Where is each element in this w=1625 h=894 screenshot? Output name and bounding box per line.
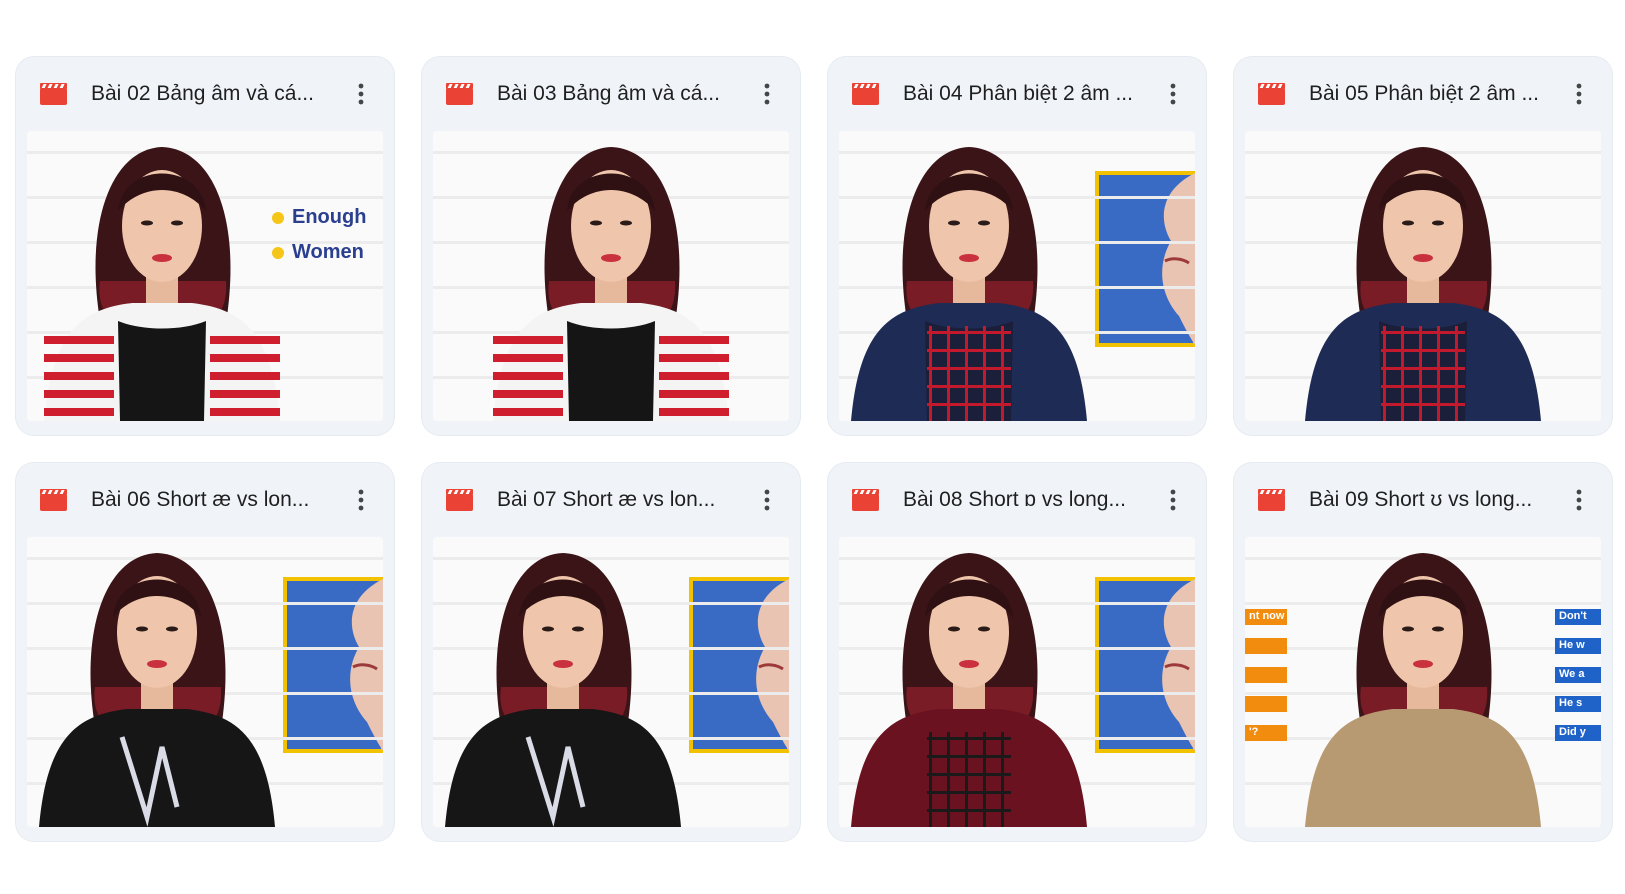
- sentence-chip: '?: [1245, 725, 1287, 741]
- sentence-chip: Did y: [1555, 725, 1601, 741]
- video-file-icon: [852, 489, 879, 511]
- sentence-chip: [1245, 667, 1287, 683]
- file-card-header: Bài 05 Phân biệt 2 âm ...: [1234, 57, 1612, 131]
- file-card-header: Bài 03 Bảng âm và cá...: [422, 57, 800, 131]
- file-card-header: Bài 04 Phân biệt 2 âm ...: [828, 57, 1206, 131]
- presenter-image: [839, 131, 1195, 421]
- file-card[interactable]: Bài 08 Short ɒ vs long...: [828, 463, 1206, 841]
- presenter-image: [839, 537, 1195, 827]
- file-card-header: Bài 08 Short ɒ vs long...: [828, 463, 1206, 537]
- file-title[interactable]: Bài 08 Short ɒ vs long...: [903, 488, 1148, 512]
- video-file-icon: [446, 83, 473, 105]
- file-card[interactable]: Bài 09 Short ʊ vs long... nt now '? Don't He…: [1234, 463, 1612, 841]
- file-title[interactable]: Bài 04 Phân biệt 2 âm ...: [903, 82, 1148, 106]
- file-title[interactable]: Bài 06 Short æ vs lon...: [91, 488, 336, 512]
- video-file-icon: [1258, 83, 1285, 105]
- bullet-icon: [272, 211, 284, 224]
- presenter-image: [27, 537, 383, 827]
- more-options-icon[interactable]: [1158, 483, 1188, 517]
- file-card-header: Bài 07 Short æ vs lon...: [422, 463, 800, 537]
- presenter-image: [433, 537, 789, 827]
- bullet-icon: [272, 246, 284, 259]
- file-card[interactable]: Bài 02 Bảng âm và cá... Enough Women: [16, 57, 394, 435]
- sentence-chip: [1245, 696, 1287, 712]
- more-options-icon[interactable]: [752, 483, 782, 517]
- file-title[interactable]: Bài 07 Short æ vs lon...: [497, 488, 742, 512]
- sentence-chip: [1245, 638, 1287, 654]
- presenter-image: [1245, 537, 1601, 827]
- video-file-icon: [446, 489, 473, 511]
- file-card-header: Bài 06 Short æ vs lon...: [16, 463, 394, 537]
- file-title[interactable]: Bài 05 Phân biệt 2 âm ...: [1309, 82, 1554, 106]
- file-title[interactable]: Bài 03 Bảng âm và cá...: [497, 82, 742, 106]
- sentence-chip: We a: [1555, 667, 1601, 683]
- file-card-header: Bài 02 Bảng âm và cá...: [16, 57, 394, 131]
- video-thumbnail[interactable]: [839, 131, 1195, 421]
- more-options-icon[interactable]: [1564, 77, 1594, 111]
- sentence-chip: Don't: [1555, 609, 1601, 625]
- file-card[interactable]: Bài 04 Phân biệt 2 âm ...: [828, 57, 1206, 435]
- file-title[interactable]: Bài 09 Short ʊ vs long...: [1309, 488, 1554, 512]
- sentence-chip: He w: [1555, 638, 1601, 654]
- file-card[interactable]: Bài 03 Bảng âm và cá...: [422, 57, 800, 435]
- more-options-icon[interactable]: [346, 77, 376, 111]
- video-thumbnail[interactable]: [1245, 131, 1601, 421]
- video-thumbnail[interactable]: [27, 537, 383, 827]
- file-card[interactable]: Bài 07 Short æ vs lon...: [422, 463, 800, 841]
- file-card-header: Bài 09 Short ʊ vs long...: [1234, 463, 1612, 537]
- video-file-icon: [1258, 489, 1285, 511]
- file-grid: Bài 02 Bảng âm và cá... Enough Women Bài 03…: [16, 57, 1612, 841]
- more-options-icon[interactable]: [1158, 77, 1188, 111]
- presenter-image: [433, 131, 789, 421]
- file-card[interactable]: Bài 06 Short æ vs lon...: [16, 463, 394, 841]
- file-title[interactable]: Bài 02 Bảng âm và cá...: [91, 82, 336, 106]
- video-thumbnail[interactable]: Enough Women: [27, 131, 383, 421]
- video-thumbnail[interactable]: nt now '? Don't He w We a He s Did y: [1245, 537, 1601, 827]
- video-thumbnail[interactable]: [433, 131, 789, 421]
- word-text: Enough: [292, 206, 367, 228]
- more-options-icon[interactable]: [346, 483, 376, 517]
- video-file-icon: [852, 83, 879, 105]
- word-text: Women: [292, 241, 364, 263]
- video-file-icon: [40, 489, 67, 511]
- sentence-chip: nt now: [1245, 609, 1287, 625]
- more-options-icon[interactable]: [752, 77, 782, 111]
- word-list-item: Enough: [272, 206, 366, 229]
- sentence-chip: He s: [1555, 696, 1601, 712]
- word-list-item: Women: [272, 241, 366, 264]
- video-thumbnail[interactable]: [839, 537, 1195, 827]
- word-list-overlay: Enough Women: [272, 206, 366, 276]
- more-options-icon[interactable]: [1564, 483, 1594, 517]
- video-thumbnail[interactable]: [433, 537, 789, 827]
- video-file-icon: [40, 83, 67, 105]
- presenter-image: [1245, 131, 1601, 421]
- file-card[interactable]: Bài 05 Phân biệt 2 âm ...: [1234, 57, 1612, 435]
- presenter-image: [27, 131, 383, 421]
